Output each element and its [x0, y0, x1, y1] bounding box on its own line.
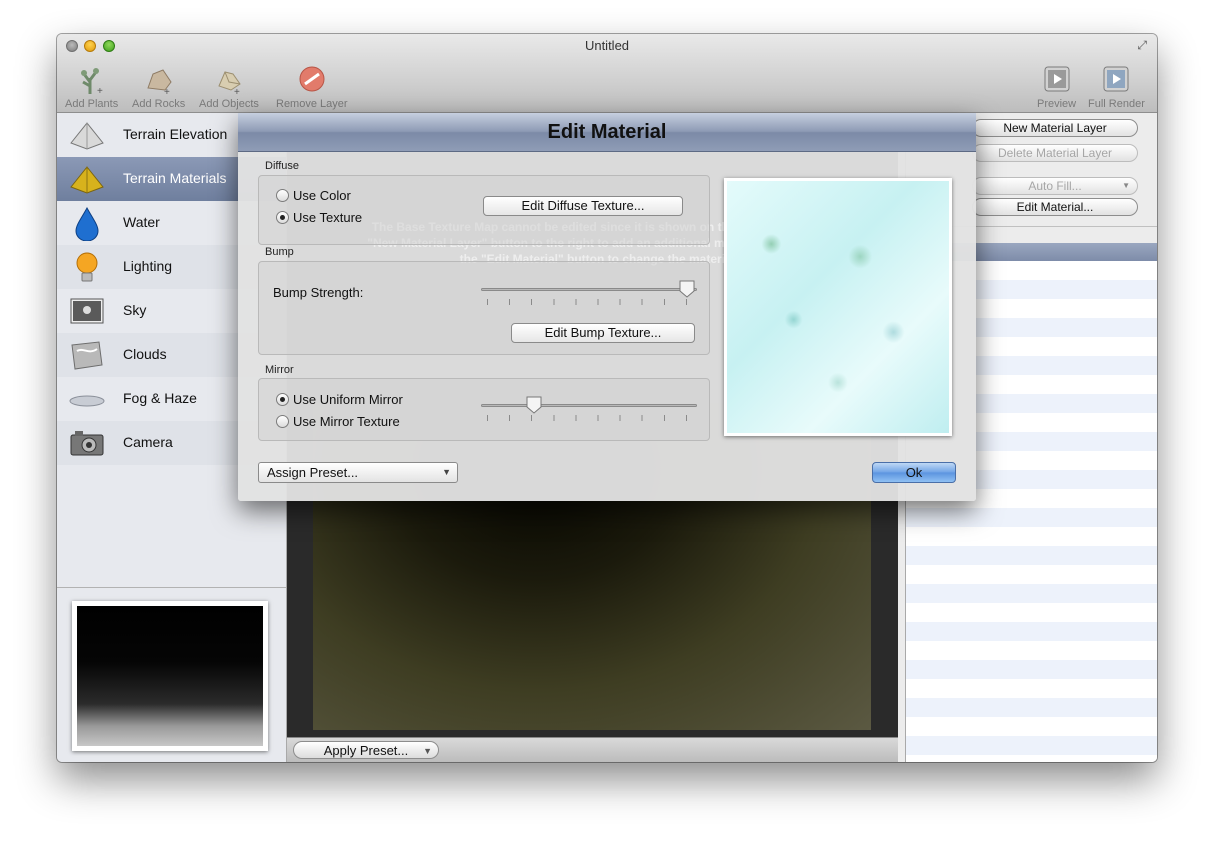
auto-fill-label: Auto Fill... — [1028, 179, 1082, 193]
radio-on-icon — [276, 393, 289, 406]
terrain-elevation-icon — [69, 119, 105, 151]
add-plants-label: Add Plants — [65, 98, 119, 110]
add-plants-button[interactable]: + Add Plants — [65, 64, 118, 110]
sky-icon — [69, 295, 105, 327]
use-uniform-mirror-radio[interactable]: Use Uniform Mirror — [276, 392, 403, 407]
remove-icon — [298, 64, 326, 96]
bump-group: Bump Strength: Edit Bump Texture... — [258, 261, 710, 355]
title-toolbar: Untitled ⤢ + Add Plants + Add Rocks + Ad… — [57, 34, 1157, 113]
lightbulb-icon — [69, 251, 105, 283]
use-texture-label: Use Texture — [293, 210, 363, 225]
mirror-group-label: Mirror — [265, 364, 294, 376]
svg-text:+: + — [234, 87, 240, 96]
full-render-button[interactable]: Full Render — [1088, 64, 1145, 110]
canvas-bottom-bar: Apply Preset... ▼ — [287, 737, 898, 762]
slider-ticks — [487, 299, 691, 305]
bump-group-label: Bump — [265, 246, 294, 258]
remove-layer-button[interactable]: Remove Layer — [276, 64, 348, 110]
add-rocks-button[interactable]: + Add Rocks — [132, 64, 185, 110]
use-color-label: Use Color — [293, 188, 351, 203]
use-mirror-texture-label: Use Mirror Texture — [293, 414, 400, 429]
ok-button[interactable]: Ok — [872, 462, 956, 483]
sidebar-item-label: Clouds — [123, 346, 167, 362]
assign-preset-popup[interactable]: Assign Preset... ▼ — [258, 462, 458, 483]
auto-fill-popup[interactable]: Auto Fill... ▼ — [972, 177, 1138, 195]
slider-knob-icon[interactable] — [679, 280, 695, 298]
mirror-group: Use Uniform Mirror Use Mirror Texture — [258, 378, 710, 441]
full-render-label: Full Render — [1088, 98, 1145, 110]
sidebar-item-label: Terrain Elevation — [123, 126, 228, 142]
slider-track — [481, 288, 697, 291]
sidebar-item-label: Lighting — [123, 258, 173, 274]
render-thumbnail[interactable] — [72, 601, 268, 751]
full-render-icon — [1102, 64, 1130, 96]
dialog-title: Edit Material — [238, 113, 976, 152]
thumbnail-image — [77, 606, 263, 746]
bump-strength-slider[interactable] — [481, 280, 697, 306]
plant-icon: + — [78, 64, 106, 97]
preview-label: Preview — [1037, 98, 1077, 110]
apply-preset-button[interactable]: Apply Preset... ▼ — [293, 741, 439, 759]
diffuse-group-label: Diffuse — [265, 160, 300, 172]
add-objects-button[interactable]: + Add Objects — [199, 64, 259, 110]
clouds-icon — [69, 339, 105, 371]
material-preview — [724, 178, 952, 436]
sidebar-item-label: Sky — [123, 302, 147, 318]
slider-knob-icon[interactable] — [526, 396, 542, 414]
use-uniform-mirror-label: Use Uniform Mirror — [293, 392, 403, 407]
svg-text:+: + — [164, 87, 170, 96]
new-material-layer-button[interactable]: New Material Layer — [972, 119, 1138, 137]
svg-text:+: + — [97, 86, 103, 96]
material-preview-image — [727, 181, 949, 433]
slider-track — [481, 404, 697, 407]
radio-off-icon — [276, 415, 289, 428]
objects-icon: + — [215, 64, 243, 98]
sidebar-item-label: Terrain Materials — [123, 170, 227, 186]
uniform-mirror-slider[interactable] — [481, 396, 697, 422]
preview-icon — [1043, 64, 1071, 96]
sidebar-item-label: Water — [123, 214, 160, 230]
remove-layer-label: Remove Layer — [276, 98, 348, 110]
window-title: Untitled — [584, 38, 630, 53]
water-drop-icon — [69, 206, 105, 242]
use-mirror-texture-radio[interactable]: Use Mirror Texture — [276, 414, 400, 429]
edit-material-button[interactable]: Edit Material... — [972, 198, 1138, 216]
sidebar-item-label: Camera — [123, 434, 173, 450]
edit-bump-texture-button[interactable]: Edit Bump Texture... — [511, 323, 695, 343]
sidebar-divider — [57, 587, 286, 588]
add-rocks-label: Add Rocks — [132, 98, 186, 110]
radio-off-icon — [276, 189, 289, 202]
edit-diffuse-texture-button[interactable]: Edit Diffuse Texture... — [483, 196, 683, 216]
preview-button[interactable]: Preview — [1037, 64, 1076, 110]
edit-material-dialog: Edit Material The Base Texture Map canno… — [238, 113, 976, 501]
radio-on-icon — [276, 211, 289, 224]
popup-arrow-icon: ▼ — [442, 467, 451, 477]
camera-icon — [69, 427, 105, 459]
apply-preset-label: Apply Preset... — [323, 743, 409, 758]
terrain-materials-icon — [69, 163, 105, 195]
sidebar-item-label: Fog & Haze — [123, 390, 197, 406]
fog-icon — [69, 383, 105, 415]
fullscreen-icon[interactable]: ⤢ — [1137, 38, 1147, 53]
use-texture-radio[interactable]: Use Texture — [276, 210, 362, 225]
popup-arrow-icon: ▼ — [1122, 181, 1130, 190]
slider-ticks — [487, 415, 691, 421]
delete-material-layer-button[interactable]: Delete Material Layer — [972, 144, 1138, 162]
rock-icon: + — [145, 64, 173, 98]
diffuse-group: Use Color Use Texture Edit Diffuse Textu… — [258, 175, 710, 245]
assign-preset-label: Assign Preset... — [267, 465, 359, 480]
bump-strength-label: Bump Strength: — [273, 285, 364, 300]
use-color-radio[interactable]: Use Color — [276, 188, 351, 203]
popup-arrow-icon: ▼ — [423, 746, 432, 756]
add-objects-label: Add Objects — [199, 98, 259, 110]
